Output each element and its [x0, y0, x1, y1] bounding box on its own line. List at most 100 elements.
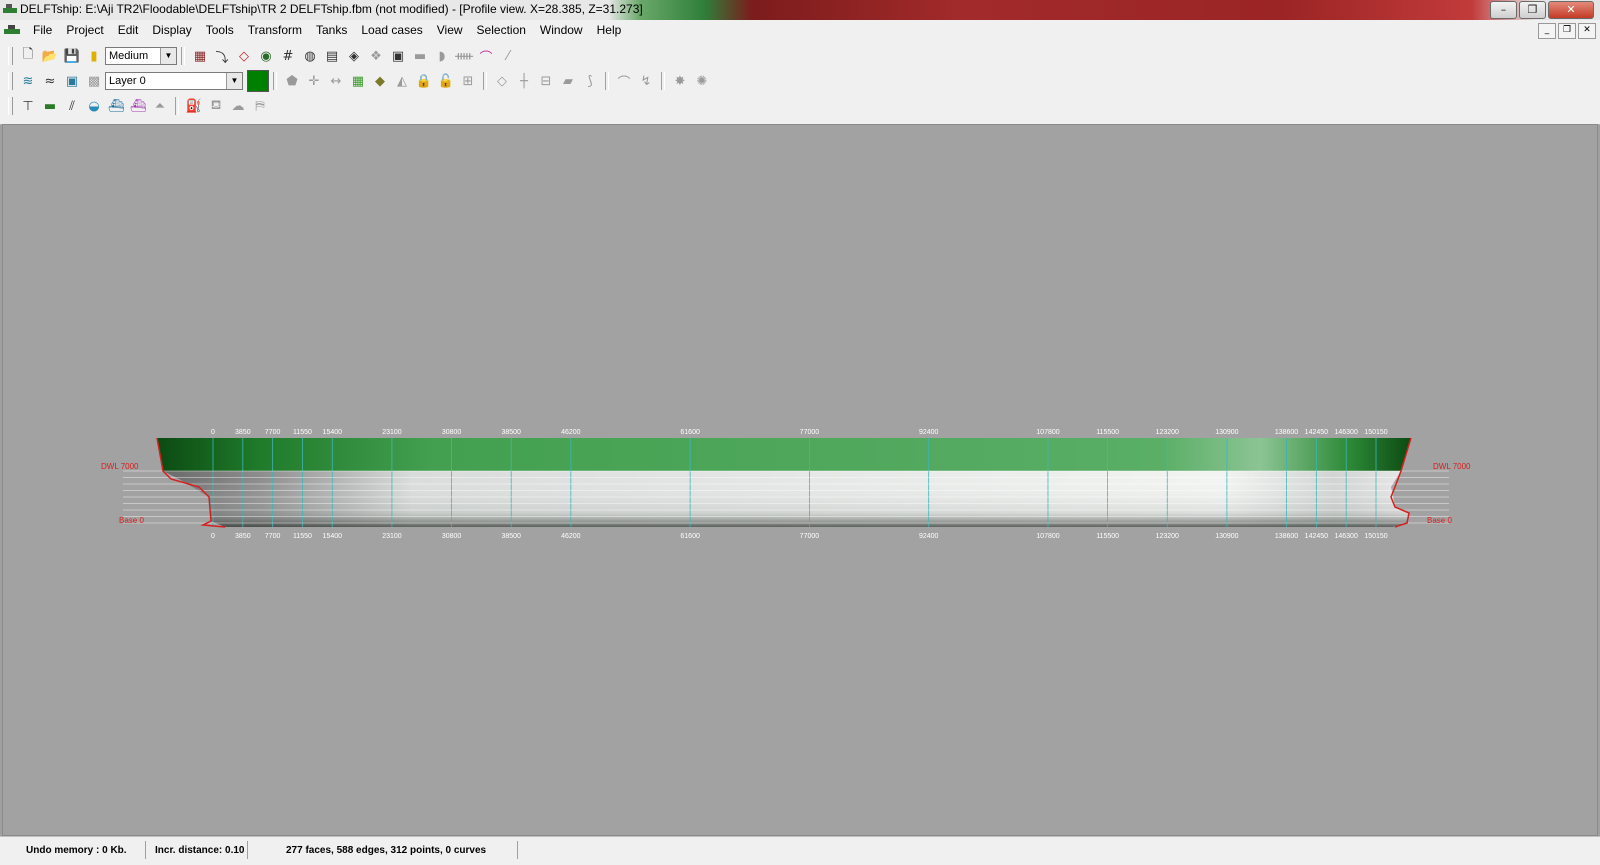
menu-transform[interactable]: Transform [241, 23, 309, 37]
chevron-down-icon[interactable]: ▼ [160, 48, 176, 64]
cross-curves-icon[interactable]: ⏶ [149, 95, 171, 117]
mdi-restore-button[interactable]: ❐ [1558, 23, 1576, 39]
minimize-button[interactable]: – [1490, 1, 1517, 19]
toolbar-separator [175, 97, 179, 115]
station-label-top: 0 [211, 429, 215, 436]
save-icon[interactable]: 💾 [61, 45, 83, 67]
base-label-right: Base 0 [1427, 516, 1452, 525]
diagonals-icon[interactable]: ❖ [365, 45, 387, 67]
shade-icon[interactable]: ◉ [255, 45, 277, 67]
menu-tools[interactable]: Tools [199, 23, 241, 37]
new-face-icon[interactable]: ▰ [557, 70, 579, 92]
knuckle-icon[interactable]: ↯ [635, 70, 657, 92]
visibility-icon[interactable]: ▮ [83, 45, 105, 67]
resistance-icon[interactable]: ◒ [83, 95, 105, 117]
extrude-icon[interactable]: ◭ [391, 70, 413, 92]
title-bar: DELFTship: E:\Aji TR2\Floodable\DELFTshi… [0, 0, 1600, 21]
design-hydrostatics-icon[interactable]: ✺ [691, 70, 713, 92]
split-edge-icon[interactable]: ⊟ [535, 70, 557, 92]
curvature-icon[interactable]: ⌒ [475, 45, 497, 67]
edge-crease-icon[interactable]: ⟆ [579, 70, 601, 92]
layer-delete-icon[interactable]: ▩ [83, 70, 105, 92]
close-button[interactable]: ✕ [1548, 1, 1594, 19]
unlock-all-icon[interactable]: ⊞ [457, 70, 479, 92]
new-file-icon[interactable]: 🗋 [17, 45, 39, 67]
lock-icon[interactable]: 🔒 [413, 70, 435, 92]
toolbar-area: 🗋 📂 💾 ▮ Medium ▼ ▦ ⤵ ◇ ◉ # ◍ ▤ ◈ ❖ ▣ ▬ ◗… [0, 42, 1600, 125]
new-layer-icon[interactable]: ▣ [61, 70, 83, 92]
assign-layer-icon[interactable]: ◆ [369, 70, 391, 92]
buttocks-icon[interactable]: ▤ [321, 45, 343, 67]
tank-calc-icon[interactable]: ☁ [227, 95, 249, 117]
waterlines-icon[interactable]: ◈ [343, 45, 365, 67]
layer-auto-group-icon[interactable]: ≈ [39, 70, 61, 92]
menu-display[interactable]: Display [145, 23, 198, 37]
menu-file[interactable]: File [26, 23, 59, 37]
station-label-bottom: 0 [211, 533, 215, 540]
station-label-bottom: 92400 [919, 533, 939, 540]
toolbar-separator [605, 72, 609, 90]
toolbar-grip [8, 97, 13, 115]
hull-form-icon[interactable]: ▬ [39, 95, 61, 117]
menu-window[interactable]: Window [533, 23, 590, 37]
stations-icon[interactable]: ◍ [299, 45, 321, 67]
precision-select[interactable]: Medium ▼ [105, 47, 177, 65]
collapse-point-icon[interactable]: ┼ [513, 70, 535, 92]
add-point-icon[interactable]: ✛ [303, 70, 325, 92]
color-layers-icon[interactable]: ▦ [347, 70, 369, 92]
new-curve-icon[interactable]: ⌒ [613, 70, 635, 92]
interior-edges-icon[interactable]: ⤵ [211, 45, 233, 67]
layer-color-swatch[interactable] [247, 70, 269, 92]
tank-delete-icon[interactable]: ⛿ [249, 95, 271, 117]
flowlines-icon[interactable]: ◗ [431, 45, 453, 67]
intersections-icon[interactable]: ⊤ [17, 95, 39, 117]
tank-add-icon[interactable]: ⛽ [183, 95, 205, 117]
normals-icon[interactable]: ⁄ [497, 45, 519, 67]
menu-project[interactable]: Project [59, 23, 110, 37]
curves-of-areas-icon[interactable]: ⫽ [61, 95, 83, 117]
station-label-top: 15400 [323, 429, 343, 436]
menu-load-cases[interactable]: Load cases [354, 23, 429, 37]
toolbar-separator [661, 72, 665, 90]
control-curves-icon[interactable]: ◇ [233, 45, 255, 67]
station-label-bottom: 107800 [1036, 533, 1059, 540]
menu-bar: File Project Edit Display Tools Transfor… [0, 20, 1600, 43]
station-label-bottom: 138600 [1275, 533, 1298, 540]
toolbar-grip [8, 47, 13, 65]
insert-edge-icon[interactable]: ↔ [325, 70, 347, 92]
menu-view[interactable]: View [430, 23, 470, 37]
menu-help[interactable]: Help [590, 23, 629, 37]
chevron-down-icon[interactable]: ▼ [226, 73, 242, 89]
layer-select[interactable]: Layer 0 ▼ [105, 72, 243, 90]
station-label-top: 138600 [1275, 429, 1298, 436]
mdi-minimize-button[interactable]: _ [1538, 23, 1556, 39]
shield-icon[interactable]: ⬟ [281, 70, 303, 92]
ship-icon[interactable]: ⛴ [105, 95, 127, 117]
station-label-bottom: 123200 [1156, 533, 1179, 540]
document-icon[interactable] [4, 24, 20, 36]
station-label-bottom: 61600 [680, 533, 700, 540]
tank-edit-icon[interactable]: ⛾ [205, 95, 227, 117]
unlock-icon[interactable]: 🔓 [435, 70, 457, 92]
point-align-icon[interactable]: ◇ [491, 70, 513, 92]
menu-tanks[interactable]: Tanks [309, 23, 354, 37]
profile-viewport[interactable]: 0 0 3850 3850 7700 7700 11550 11550 15400 15400 23… [2, 124, 1598, 836]
control-net-icon[interactable]: ▦ [189, 45, 211, 67]
restore-button[interactable]: ❐ [1519, 1, 1546, 19]
station-label-top: 61600 [680, 429, 700, 436]
menu-selection[interactable]: Selection [470, 23, 533, 37]
stations-list-icon[interactable]: ᚔ [453, 45, 475, 67]
station-label-bottom: 3850 [235, 533, 251, 540]
hydrostatics-icon[interactable]: ▣ [387, 45, 409, 67]
layer-properties-icon[interactable]: ≋ [17, 70, 39, 92]
kaper-icon[interactable]: ⛴ [127, 95, 149, 117]
mdi-close-button[interactable]: ✕ [1578, 23, 1596, 39]
station-label-top: 115500 [1096, 429, 1119, 436]
grid-icon[interactable]: # [277, 45, 299, 67]
menu-edit[interactable]: Edit [111, 23, 146, 37]
markers-icon[interactable]: ▬ [409, 45, 431, 67]
station-label-top: 146300 [1334, 429, 1357, 436]
open-folder-icon[interactable]: 📂 [39, 45, 61, 67]
hull-profile-drawing[interactable]: 0 0 3850 3850 7700 7700 11550 11550 15400 15400 23… [3, 125, 1597, 835]
light-icon[interactable]: ✸ [669, 70, 691, 92]
